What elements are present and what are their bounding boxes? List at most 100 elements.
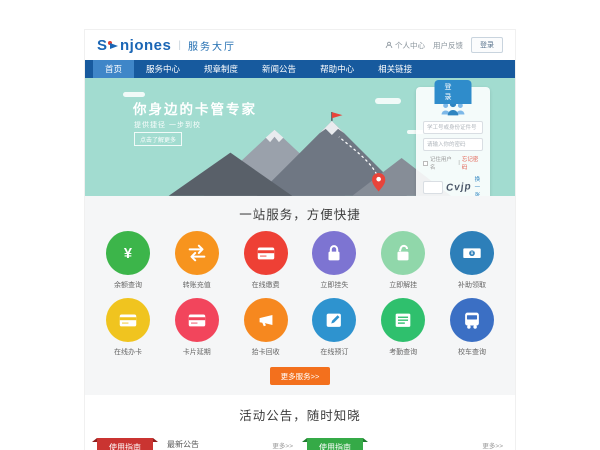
- nav-item[interactable]: 首页: [93, 60, 134, 78]
- unlock-icon: [381, 231, 425, 275]
- cloud-shape: [375, 98, 401, 104]
- usage-guide-ribbon[interactable]: 使用指南: [97, 438, 153, 450]
- page: S njones | 服务大厅 个人中心 用户反馈 登录 首页 服务中心 规章制度 新…: [85, 30, 515, 450]
- nav-item[interactable]: 服务中心: [134, 60, 192, 78]
- nav-item[interactable]: 相关链接: [366, 60, 424, 78]
- captcha-input[interactable]: [423, 181, 443, 194]
- service-item[interactable]: 立即挂失: [309, 231, 359, 290]
- service-item[interactable]: 考勤查询: [378, 298, 428, 357]
- login-tab[interactable]: 登录: [435, 80, 472, 104]
- cloud-shape: [123, 92, 145, 97]
- service-item[interactable]: 在线办卡: [103, 298, 153, 357]
- user-feedback-label: 用户反馈: [433, 40, 463, 51]
- guide-panel-right: 使用指南 更多>>: [307, 436, 503, 450]
- service-label: 余额查询: [103, 280, 153, 290]
- personal-center-link[interactable]: 个人中心: [385, 40, 425, 51]
- service-item[interactable]: 卡片延期: [172, 298, 222, 357]
- transfer-arrows-icon: [175, 231, 219, 275]
- personal-center-label: 个人中心: [395, 40, 425, 51]
- logo-text-rest: njones: [120, 37, 171, 54]
- remember-checkbox[interactable]: [423, 161, 428, 166]
- captcha-refresh-link[interactable]: 换一张: [475, 175, 483, 196]
- service-label: 立即解挂: [378, 280, 428, 290]
- service-item[interactable]: 拾卡回收: [241, 298, 291, 357]
- services-title: 一站服务，方便快捷: [103, 204, 497, 223]
- remember-label: 记住用户名: [430, 155, 456, 171]
- service-item[interactable]: 在线缴费: [241, 231, 291, 290]
- service-item[interactable]: ¥ 余额查询: [103, 231, 153, 290]
- service-item[interactable]: ¥ 补助领取: [447, 231, 497, 290]
- services-section: 一站服务，方便快捷 ¥ 余额查询 转账充值 在线缴费 立即挂失 立即解挂 ¥ 补…: [85, 196, 515, 395]
- header-login-button[interactable]: 登录: [471, 37, 503, 53]
- guide-panel-left: 使用指南 最新公告 更多>>: [97, 436, 293, 450]
- username-input[interactable]: [423, 121, 483, 134]
- panel-header: 使用指南 更多>>: [307, 436, 503, 450]
- password-input[interactable]: [423, 138, 483, 151]
- logo-text: S: [97, 37, 107, 54]
- service-label: 在线缴费: [241, 280, 291, 290]
- more-services-button[interactable]: 更多服务>>: [270, 367, 331, 385]
- service-label: 在线办卡: [103, 347, 153, 357]
- panel-header: 使用指南 最新公告 更多>>: [97, 436, 293, 450]
- bus-icon: [450, 298, 494, 342]
- megaphone-icon: [244, 298, 288, 342]
- yen-icon: ¥: [106, 231, 150, 275]
- captcha-image: Cvjp: [446, 181, 472, 194]
- announcements-section: 活动公告，随时知晓 使用指南 最新公告 更多>> 使用指南 更多>>: [85, 395, 515, 450]
- logo-divider: |: [178, 40, 181, 51]
- site-title: 服务大厅: [188, 38, 236, 53]
- nav-item[interactable]: 规章制度: [192, 60, 250, 78]
- service-label: 转账充值: [172, 280, 222, 290]
- service-label: 卡片延期: [172, 347, 222, 357]
- main-nav: 首页 服务中心 规章制度 新闻公告 帮助中心 相关链接: [85, 60, 515, 78]
- more-link[interactable]: 更多>>: [272, 440, 293, 450]
- nav-item[interactable]: 新闻公告: [250, 60, 308, 78]
- card-icon: [175, 298, 219, 342]
- screenshot-canvas: S njones | 服务大厅 个人中心 用户反馈 登录 首页 服务中心 规章制度 新…: [0, 0, 600, 450]
- more-link[interactable]: 更多>>: [482, 440, 503, 450]
- divider: |: [458, 160, 459, 166]
- lock-icon: [312, 231, 356, 275]
- nav-item-label: 相关链接: [378, 63, 412, 75]
- card-icon: [106, 298, 150, 342]
- service-item[interactable]: 校车查询: [447, 298, 497, 357]
- service-label: 考勤查询: [378, 347, 428, 357]
- nav-item-label: 新闻公告: [262, 63, 296, 75]
- edit-icon: [312, 298, 356, 342]
- services-row-1: ¥ 余额查询 转账充值 在线缴费 立即挂失 立即解挂 ¥ 补助领取: [103, 231, 497, 290]
- usage-guide-ribbon[interactable]: 使用指南: [307, 438, 363, 450]
- nav-item-label: 首页: [105, 63, 122, 75]
- nav-item-label: 帮助中心: [320, 63, 354, 75]
- hero-banner: 你身边的卡管专家 提供捷径 一步到校 点击了解更多 登录 记住用户名: [85, 78, 515, 196]
- forgot-password-link[interactable]: 忘记密码: [462, 155, 483, 171]
- service-label: 立即挂失: [309, 280, 359, 290]
- service-item[interactable]: 立即解挂: [378, 231, 428, 290]
- svg-text:¥: ¥: [471, 251, 474, 257]
- banknote-icon: ¥: [450, 231, 494, 275]
- remember-row: 记住用户名 | 忘记密码: [423, 155, 483, 171]
- logo-arrow-icon: [108, 40, 119, 51]
- login-panel: 登录 记住用户名 | 忘记密码: [416, 87, 490, 196]
- hero-subtitle: 提供捷径 一步到校: [134, 120, 201, 130]
- hero-more-button[interactable]: 点击了解更多: [134, 132, 182, 146]
- nav-item[interactable]: 帮助中心: [308, 60, 366, 78]
- service-label: 校车查询: [447, 347, 497, 357]
- user-feedback-link[interactable]: 用户反馈: [433, 40, 463, 51]
- service-label: 在线预订: [309, 347, 359, 357]
- header-links: 个人中心 用户反馈 登录: [385, 37, 503, 53]
- nav-item-label: 服务中心: [146, 63, 180, 75]
- service-item[interactable]: 转账充值: [172, 231, 222, 290]
- svg-text:¥: ¥: [124, 246, 133, 262]
- list-icon: [381, 298, 425, 342]
- services-row-2: 在线办卡 卡片延期 拾卡回收 在线预订 考勤查询 校车查询: [103, 298, 497, 357]
- person-icon: [385, 41, 393, 49]
- service-label: 补助领取: [447, 280, 497, 290]
- service-item[interactable]: 在线预订: [309, 298, 359, 357]
- logo[interactable]: S njones | 服务大厅: [97, 37, 236, 54]
- hero-title: 你身边的卡管专家: [133, 98, 257, 118]
- site-header: S njones | 服务大厅 个人中心 用户反馈 登录: [85, 30, 515, 60]
- announcement-panels: 使用指南 最新公告 更多>> 使用指南 更多>>: [97, 436, 503, 450]
- latest-announcements-tab[interactable]: 最新公告: [167, 439, 199, 450]
- card-icon: [244, 231, 288, 275]
- nav-item-label: 规章制度: [204, 63, 238, 75]
